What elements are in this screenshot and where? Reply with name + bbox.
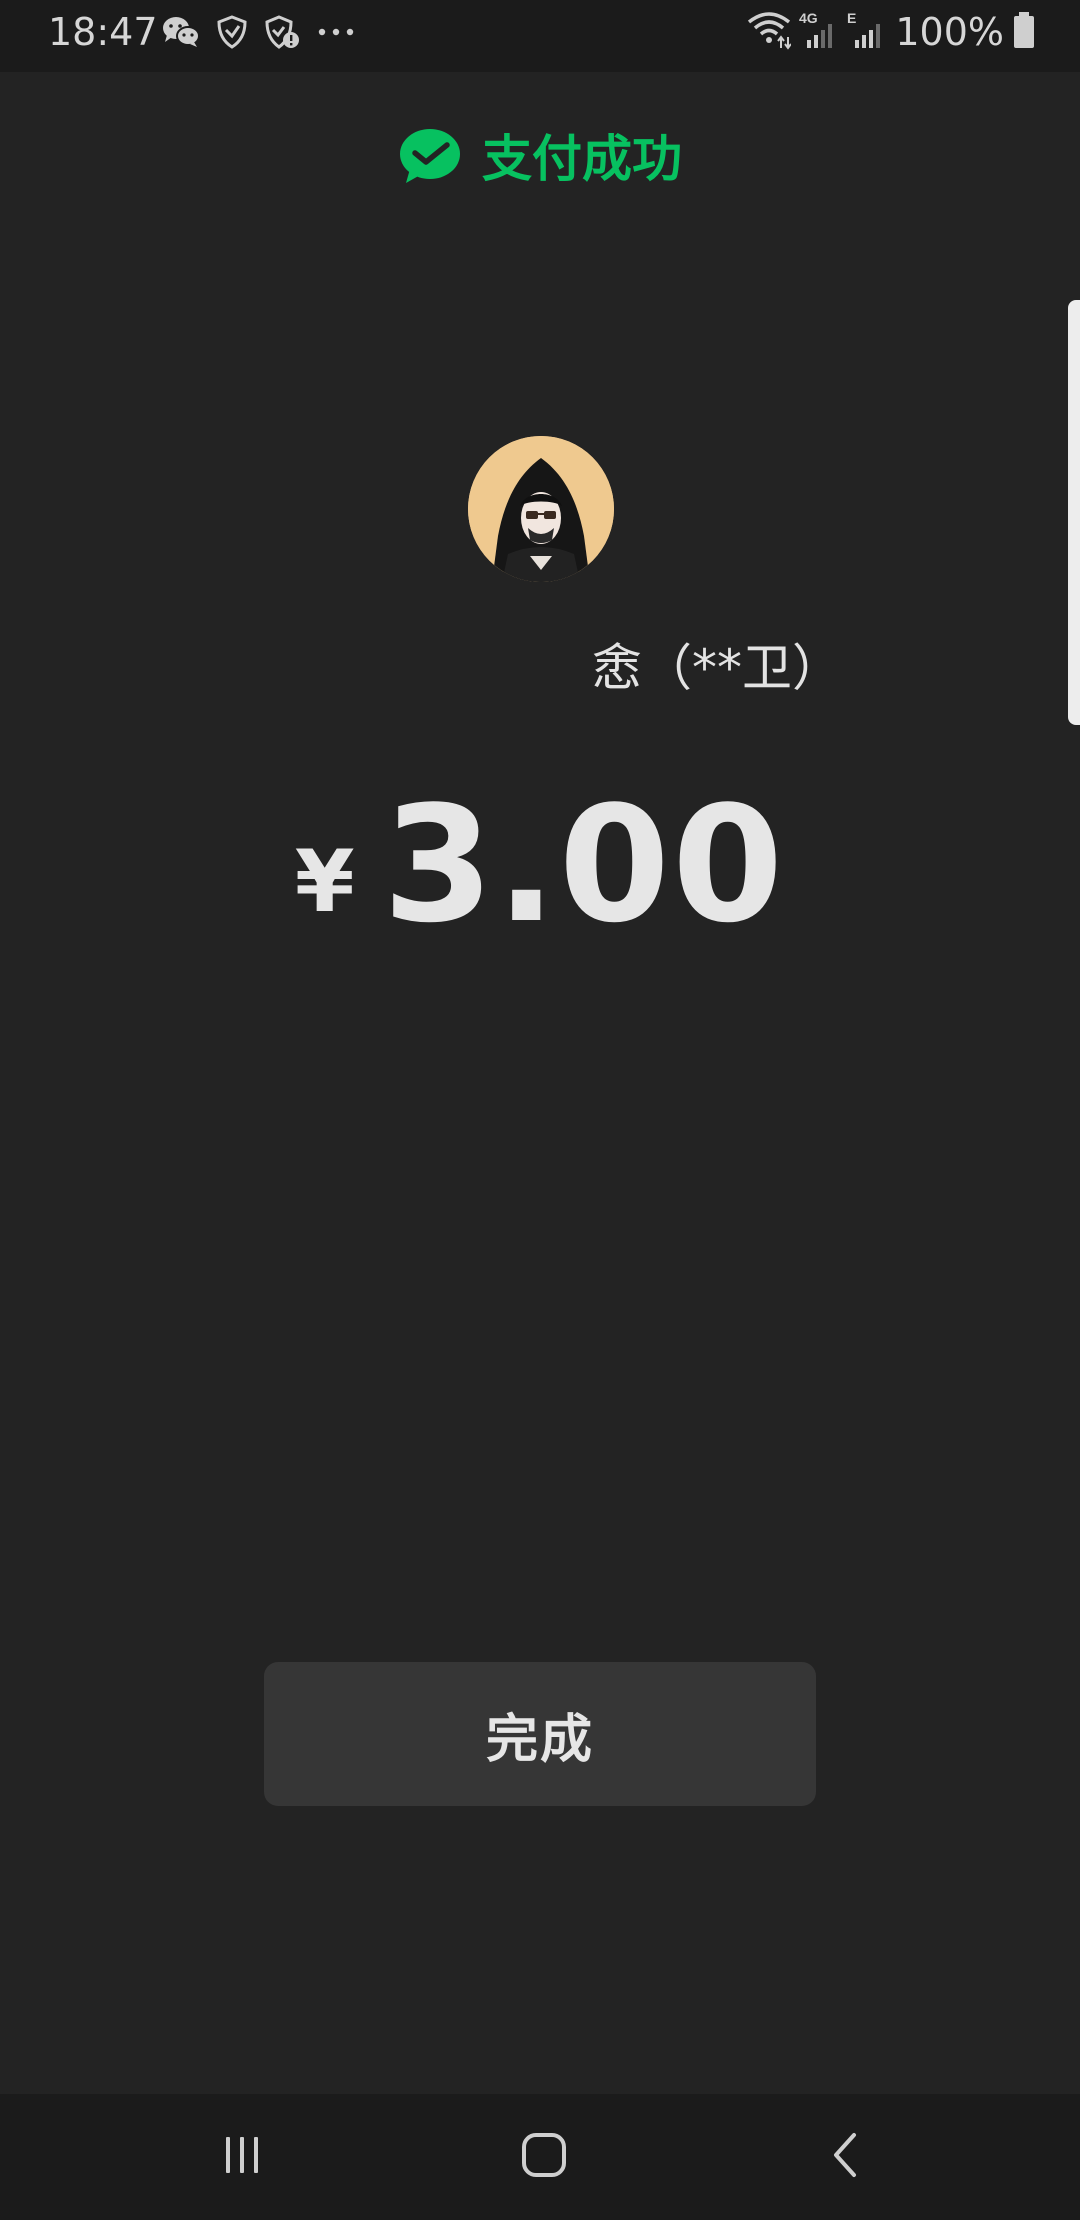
status-time: 18:47	[48, 10, 158, 54]
payment-status-header: 支付成功	[0, 124, 1080, 194]
battery-percent: 100%	[895, 10, 1004, 54]
home-icon	[520, 2131, 568, 2183]
wifi-icon	[747, 10, 793, 54]
svg-text:E: E	[847, 10, 856, 26]
amount-value: 3.00	[382, 771, 786, 958]
status-bar: 18:47 4G E 100%	[0, 0, 1080, 72]
notification-icons	[162, 14, 356, 50]
recent-apps-icon	[220, 2133, 264, 2181]
back-button[interactable]	[776, 2094, 916, 2220]
battery-icon	[1012, 10, 1036, 54]
signal-e-icon: E	[847, 10, 887, 54]
svg-text:4G: 4G	[799, 10, 818, 26]
recent-apps-button[interactable]	[172, 2094, 312, 2220]
payment-success-title: 支付成功	[482, 130, 682, 188]
wechat-icon	[162, 15, 200, 49]
payee-avatar	[468, 436, 614, 582]
signal-4g-icon: 4G	[799, 10, 839, 54]
currency-symbol: ¥	[294, 832, 355, 932]
done-button[interactable]: 完成	[264, 1662, 816, 1806]
payment-amount: ¥ 3.00	[0, 780, 1080, 950]
scroll-indicator[interactable]	[1068, 300, 1080, 725]
shield-check-icon	[216, 15, 248, 49]
back-icon	[826, 2131, 866, 2183]
payment-success-screen: 18:47 4G E 100% 支付成功 悆（**卫） ¥ 3.00 完成	[0, 0, 1080, 2220]
payee-name: 悆（**卫）	[592, 639, 842, 697]
home-button[interactable]	[474, 2094, 614, 2220]
more-dots-icon	[316, 15, 356, 49]
navigation-bar	[0, 2094, 1080, 2220]
check-bubble-icon	[398, 127, 462, 191]
system-status: 4G E 100%	[747, 8, 1036, 56]
shield-alert-icon	[264, 15, 300, 49]
